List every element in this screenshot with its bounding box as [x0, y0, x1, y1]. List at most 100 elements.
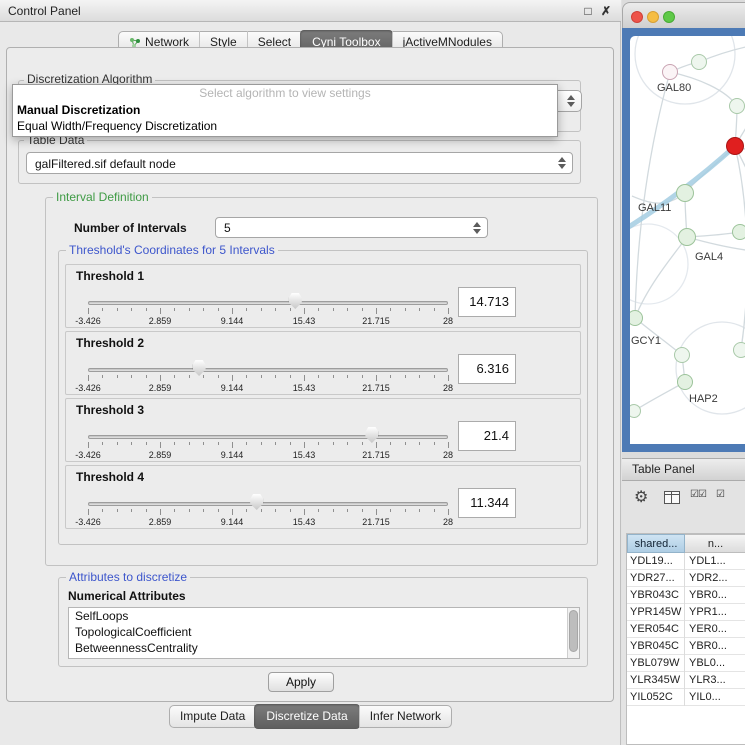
- network-node[interactable]: [674, 347, 690, 363]
- table-cell[interactable]: YBL0...: [685, 655, 745, 672]
- zoom-traffic-light[interactable]: [663, 11, 675, 23]
- network-node[interactable]: [732, 224, 745, 240]
- table-cell[interactable]: YDR2...: [685, 570, 745, 587]
- network-node[interactable]: [678, 228, 696, 246]
- slider-track[interactable]: [88, 301, 448, 305]
- slider-thumb[interactable]: [365, 427, 378, 443]
- table-row[interactable]: YBR043C YBR0...: [627, 587, 745, 604]
- close-icon[interactable]: ✗: [598, 2, 614, 20]
- list-item[interactable]: TopologicalCoefficient: [69, 624, 579, 640]
- tick-mark: [203, 509, 204, 512]
- close-traffic-light[interactable]: [631, 11, 643, 23]
- popup-item-equal-width-frequency[interactable]: Equal Width/Frequency Discretization: [13, 118, 557, 134]
- float-icon[interactable]: □: [580, 2, 596, 20]
- threshold-4-value-field[interactable]: 11.344: [458, 488, 516, 518]
- network-node[interactable]: [630, 404, 641, 418]
- table-cell[interactable]: YER0...: [685, 621, 745, 638]
- table-cell[interactable]: YBR0...: [685, 587, 745, 604]
- tick-mark: [102, 375, 103, 378]
- show-columns-icon[interactable]: [664, 491, 680, 504]
- table-cell[interactable]: YDL19...: [627, 553, 685, 570]
- table-row[interactable]: YBR045C YBR0...: [627, 638, 745, 655]
- threshold-1-value-field[interactable]: 14.713: [458, 287, 516, 317]
- list-item[interactable]: SelfLoops: [69, 608, 579, 624]
- table-cell[interactable]: YBR0...: [685, 638, 745, 655]
- slider-thumb[interactable]: [289, 293, 302, 309]
- table-cell[interactable]: YBR045C: [627, 638, 685, 655]
- scale-label: 28: [443, 450, 453, 460]
- table-cell[interactable]: YBR043C: [627, 587, 685, 604]
- network-node[interactable]: [662, 64, 678, 80]
- table-cell[interactable]: YLR3...: [685, 672, 745, 689]
- tab-impute-data[interactable]: Impute Data: [170, 705, 255, 728]
- apply-button[interactable]: Apply: [268, 672, 334, 692]
- table-cell[interactable]: YBL079W: [627, 655, 685, 672]
- popup-item-manual-discretization[interactable]: Manual Discretization: [13, 102, 557, 118]
- table-cell[interactable]: YPR145W: [627, 604, 685, 621]
- number-of-intervals-combobox[interactable]: 5: [215, 217, 488, 238]
- select-all-columns-icon[interactable]: ☑☑: [690, 489, 706, 500]
- table-row[interactable]: YDL19... YDL1...: [627, 553, 745, 570]
- tick-mark: [174, 509, 175, 512]
- tick-mark: [434, 375, 435, 378]
- scale-label: 2.859: [149, 383, 172, 393]
- node-label: GAL11: [638, 202, 671, 214]
- table-cell[interactable]: YDL1...: [685, 553, 745, 570]
- table-cell[interactable]: YDR27...: [627, 570, 685, 587]
- tick-mark: [189, 442, 190, 445]
- slider-track[interactable]: [88, 435, 448, 439]
- popup-prompt: Select algorithm to view settings: [13, 85, 557, 102]
- slider-thumb[interactable]: [193, 360, 206, 376]
- table-cell[interactable]: YER054C: [627, 621, 685, 638]
- column-header-name[interactable]: n...: [685, 534, 745, 553]
- table-row[interactable]: YDR27... YDR2...: [627, 570, 745, 587]
- network-node[interactable]: [676, 184, 694, 202]
- slider-track[interactable]: [88, 368, 448, 372]
- tick-mark: [376, 442, 377, 448]
- network-node[interactable]: [691, 54, 707, 70]
- table-cell[interactable]: YLR345W: [627, 672, 685, 689]
- combo-arrows-icon: [567, 94, 576, 108]
- tick-mark: [333, 509, 334, 512]
- tick-mark: [88, 308, 89, 314]
- threshold-1-slider[interactable]: -3.426 2.859 9.144 15.43 21.715 28: [88, 289, 448, 327]
- threshold-3-slider[interactable]: -3.426 2.859 9.144 15.43 21.715 28: [88, 423, 448, 461]
- table-cell[interactable]: YIL0...: [685, 689, 745, 706]
- network-node[interactable]: [729, 98, 745, 114]
- table-cell[interactable]: YPR1...: [685, 604, 745, 621]
- slider-track[interactable]: [88, 502, 448, 506]
- threshold-2-value-field[interactable]: 6.316: [458, 354, 516, 384]
- control-panel-titlebar: Control Panel □ ✗: [0, 0, 621, 22]
- tick-mark: [333, 308, 334, 311]
- tick-mark: [390, 442, 391, 445]
- threshold-3-value-field[interactable]: 21.4: [458, 421, 516, 451]
- slider-thumb[interactable]: [250, 494, 263, 510]
- list-item[interactable]: BetweennessCentrality: [69, 640, 579, 656]
- column-header-shared-name[interactable]: shared...: [627, 534, 685, 553]
- tick-mark: [290, 308, 291, 311]
- table-row[interactable]: YER054C YER0...: [627, 621, 745, 638]
- table-row[interactable]: YPR145W YPR1...: [627, 604, 745, 621]
- table-row[interactable]: YLR345W YLR3...: [627, 672, 745, 689]
- tick-mark: [448, 509, 449, 515]
- table-cell[interactable]: YIL052C: [627, 689, 685, 706]
- table-row[interactable]: YBL079W YBL0...: [627, 655, 745, 672]
- table-row[interactable]: YIL052C YIL0...: [627, 689, 745, 706]
- tab-infer-network[interactable]: Infer Network: [359, 705, 451, 728]
- network-node[interactable]: [733, 342, 745, 358]
- network-node[interactable]: [677, 374, 693, 390]
- minimize-traffic-light[interactable]: [647, 11, 659, 23]
- table-data-combobox[interactable]: galFiltered.sif default node: [26, 152, 573, 174]
- scale-label: 9.144: [221, 316, 244, 326]
- select-column-icon[interactable]: ☑: [716, 489, 724, 500]
- list-scrollbar[interactable]: [567, 608, 579, 658]
- tick-mark: [318, 442, 319, 445]
- selected-node[interactable]: [726, 137, 744, 155]
- tab-discretize-data[interactable]: Discretize Data: [254, 704, 359, 729]
- threshold-2-slider[interactable]: -3.426 2.859 9.144 15.43 21.715 28: [88, 356, 448, 394]
- network-canvas[interactable]: GAL80GAL11GAL4GCY1HAP2: [630, 36, 745, 444]
- network-node[interactable]: [630, 310, 643, 326]
- gear-icon[interactable]: ⚙: [634, 487, 648, 509]
- threshold-4-slider[interactable]: -3.426 2.859 9.144 15.43 21.715 28: [88, 490, 448, 528]
- scrollbar-thumb[interactable]: [569, 610, 578, 652]
